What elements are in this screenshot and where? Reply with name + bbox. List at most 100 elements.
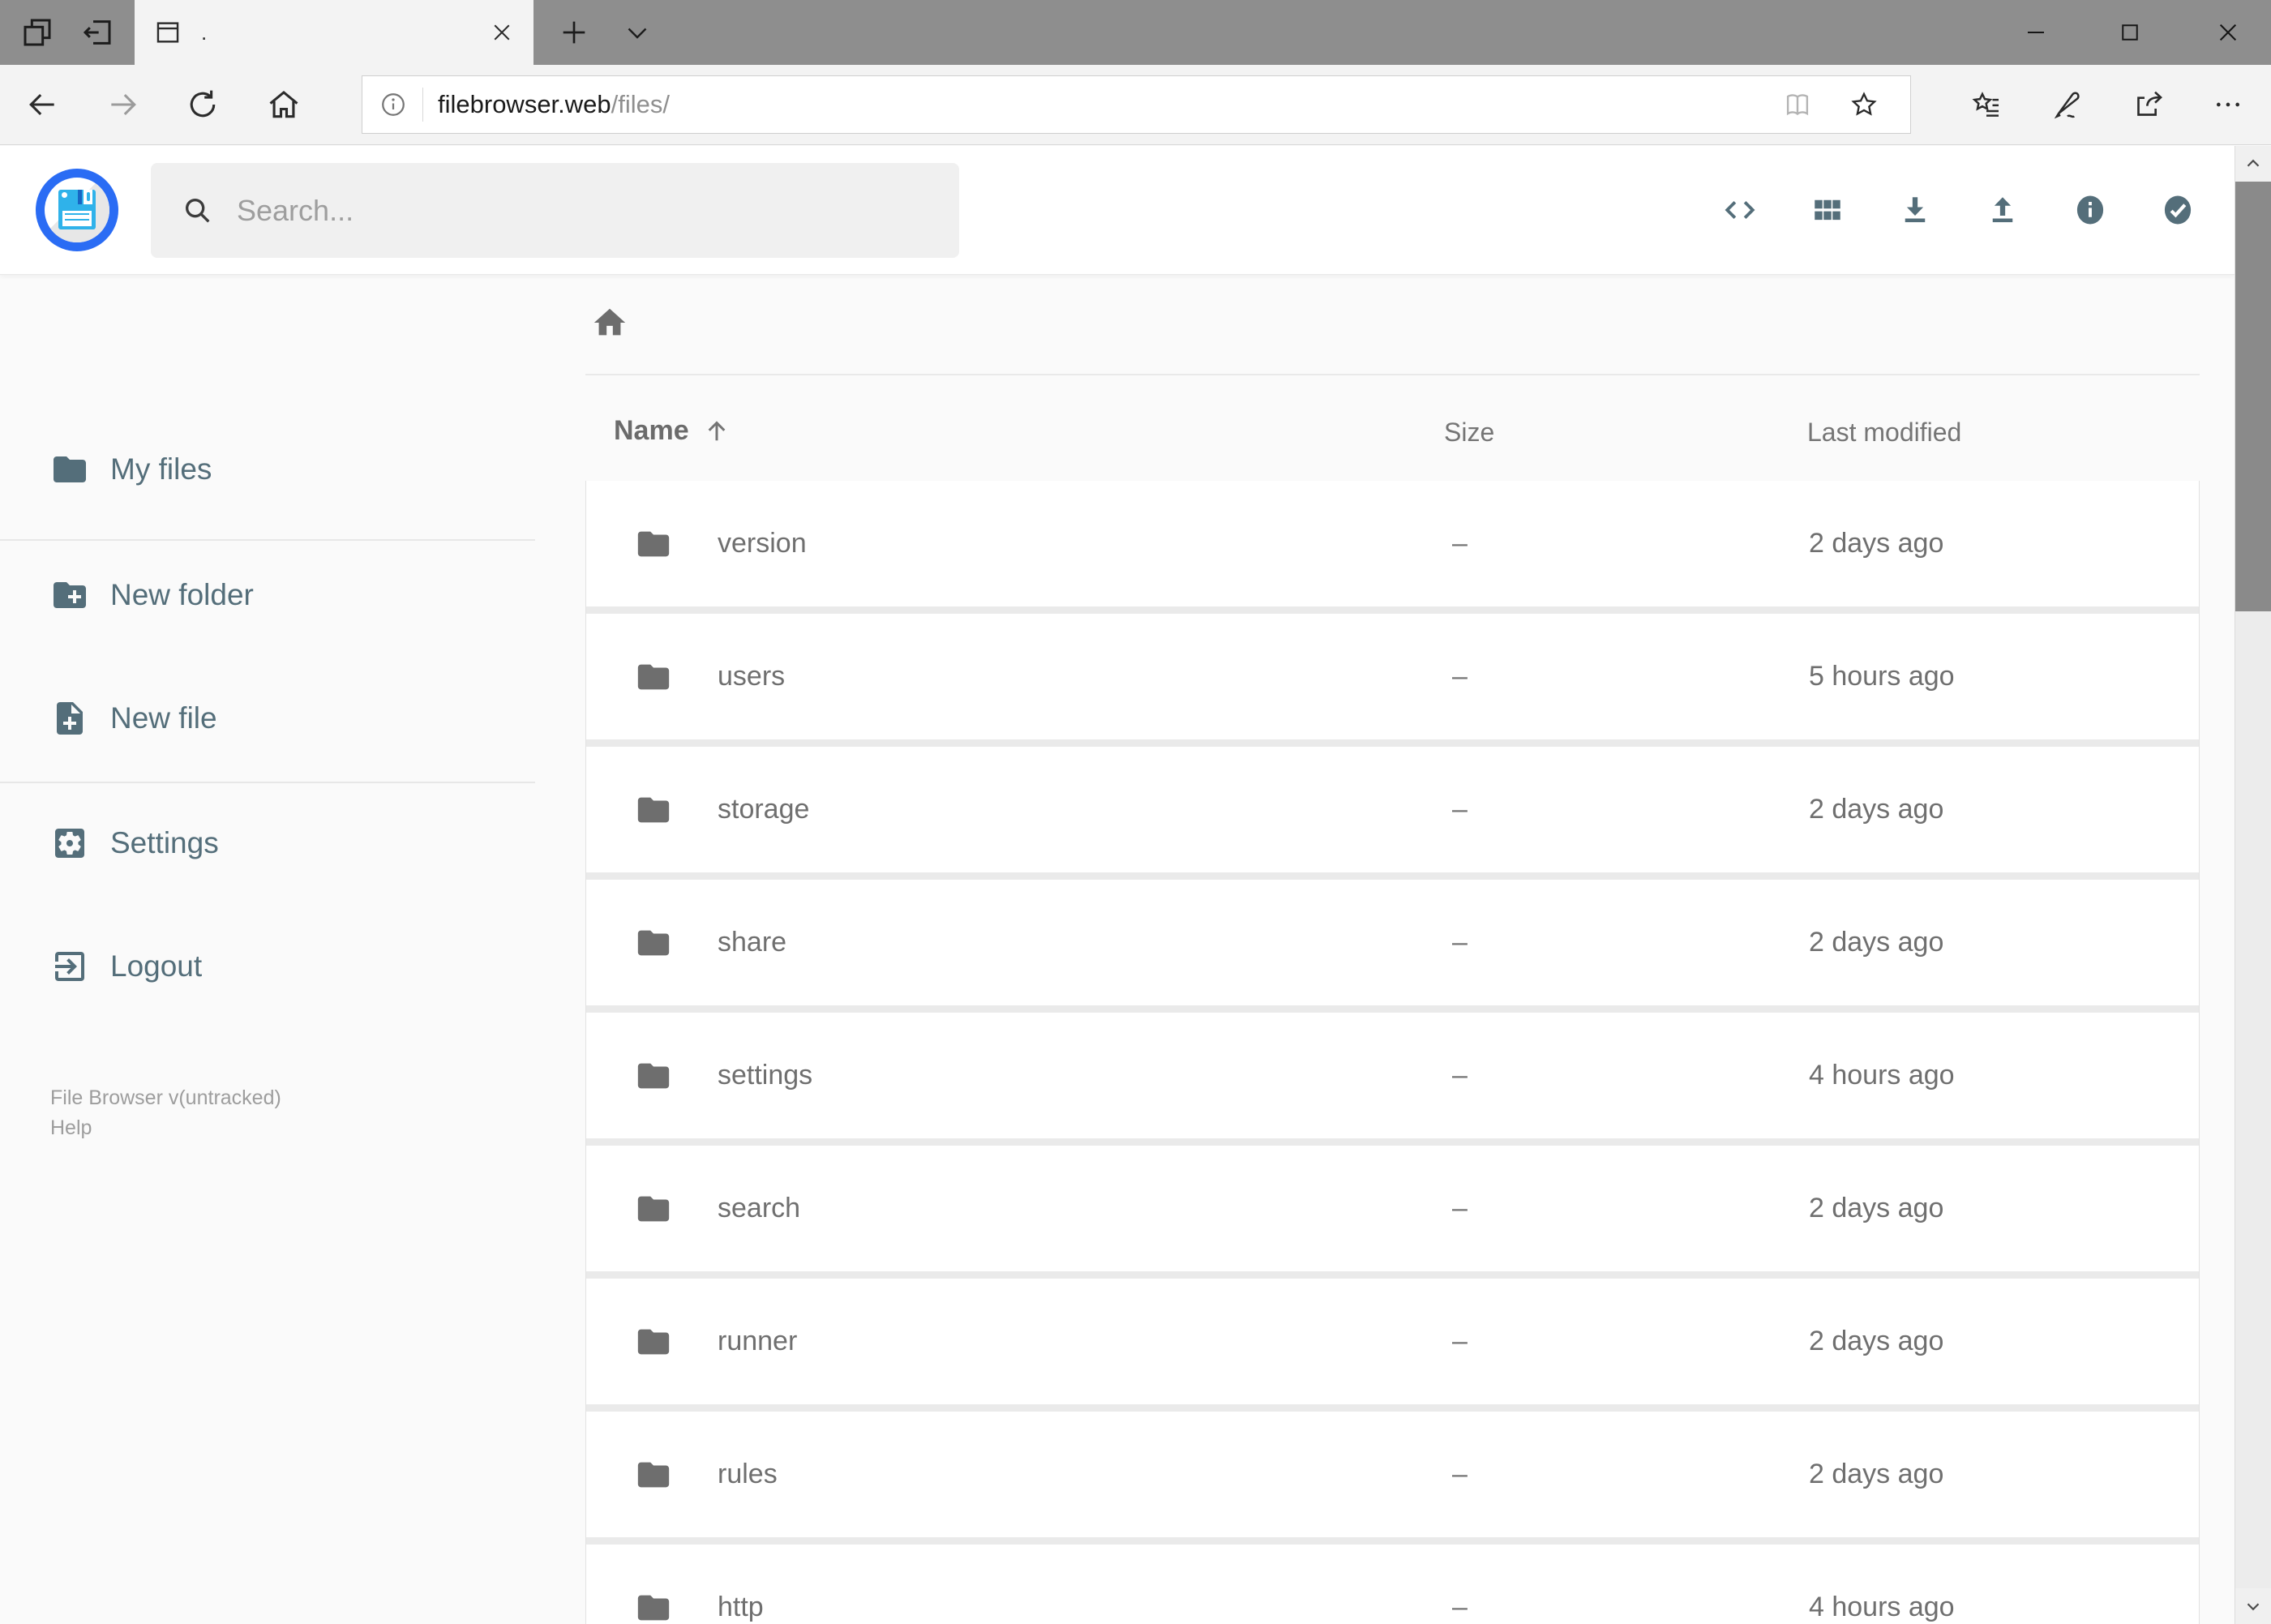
url-path: /files/: [611, 90, 671, 118]
file-name: storage: [718, 794, 810, 825]
file-row-http[interactable]: http – 4 hours ago: [586, 1545, 2199, 1624]
column-header-size[interactable]: Size: [1444, 418, 1494, 448]
column-header-modified[interactable]: Last modified: [1807, 418, 1961, 448]
sidebar-item-label: New folder: [110, 578, 254, 611]
reading-view-icon: [1782, 89, 1813, 120]
folder-icon: [635, 1589, 672, 1624]
folder-icon: [635, 1057, 672, 1095]
url-domain: filebrowser.web: [438, 90, 611, 118]
file-row-share[interactable]: share – 2 days ago: [586, 880, 2199, 1005]
file-row-runner[interactable]: runner – 2 days ago: [586, 1279, 2199, 1404]
back-button[interactable]: [24, 87, 60, 122]
sidebar-divider: [0, 782, 535, 783]
sidebar-divider: [0, 539, 535, 541]
code-shell-icon[interactable]: [1723, 193, 1757, 227]
url-text[interactable]: filebrowser.web/files/: [438, 90, 670, 119]
file-row-users[interactable]: users – 5 hours ago: [586, 614, 2199, 739]
sort-ascending-icon: [702, 417, 731, 446]
file-row-settings[interactable]: settings – 4 hours ago: [586, 1013, 2199, 1138]
browser-titlebar: .: [0, 0, 2271, 65]
browser-tab[interactable]: .: [135, 0, 533, 65]
site-info-icon[interactable]: [379, 90, 408, 119]
search-input[interactable]: [237, 193, 902, 228]
share-icon[interactable]: [2132, 88, 2165, 121]
address-bar[interactable]: filebrowser.web/files/: [362, 75, 1911, 134]
file-size: –: [1452, 1326, 1468, 1356]
listing-header: Name Size Last modified: [0, 415, 2235, 448]
annotate-pen-icon[interactable]: [2051, 88, 2084, 121]
file-name: share: [718, 927, 787, 958]
file-name: rules: [718, 1459, 778, 1489]
hub-favorites-icon[interactable]: [1970, 88, 2003, 121]
file-size: –: [1452, 1459, 1468, 1489]
grid-view-icon[interactable]: [1810, 193, 1845, 227]
file-size: –: [1452, 661, 1468, 692]
page-scrollbar[interactable]: [2235, 146, 2271, 1624]
file-size: –: [1452, 1060, 1468, 1091]
file-modified: 4 hours ago: [1809, 1060, 1955, 1091]
logout-icon: [50, 947, 89, 986]
browser-navbar: filebrowser.web/files/: [0, 65, 2271, 145]
search-box[interactable]: [151, 163, 959, 258]
page-favicon-icon: [154, 19, 182, 46]
add-favorite-star-icon[interactable]: [1849, 89, 1879, 120]
set-tabs-aside-icon[interactable]: [81, 16, 114, 49]
file-name: search: [718, 1193, 801, 1223]
sidebar-item-new-file[interactable]: New file: [50, 694, 217, 743]
folder-icon: [635, 525, 672, 563]
scroll-up-icon[interactable]: [2235, 146, 2271, 182]
refresh-button[interactable]: [185, 87, 221, 122]
browser-home-button[interactable]: [266, 87, 302, 122]
folder-icon: [635, 658, 672, 696]
tab-list-chevron-icon[interactable]: [623, 18, 652, 47]
folder-icon: [635, 924, 672, 962]
file-row-search[interactable]: search – 2 days ago: [586, 1146, 2199, 1271]
select-multiple-icon[interactable]: [2161, 193, 2195, 227]
maximize-button[interactable]: [2118, 20, 2142, 45]
sidebar-item-label: Settings: [110, 826, 219, 859]
tab-close-icon[interactable]: [490, 20, 514, 45]
breadcrumb-divider: [585, 374, 2200, 375]
file-row-rules[interactable]: rules – 2 days ago: [586, 1412, 2199, 1537]
help-link[interactable]: Help: [50, 1113, 281, 1143]
info-icon[interactable]: [2073, 193, 2107, 227]
file-size: –: [1452, 927, 1468, 958]
tab-title: .: [201, 19, 208, 45]
sidebar-item-my-files[interactable]: My files: [50, 445, 212, 494]
file-modified: 4 hours ago: [1809, 1592, 1955, 1622]
file-name: settings: [718, 1060, 813, 1091]
close-window-button[interactable]: [2215, 19, 2241, 45]
file-modified: 2 days ago: [1809, 1193, 1944, 1223]
sidebar-item-settings[interactable]: Settings: [50, 819, 219, 868]
file-modified: 2 days ago: [1809, 528, 1944, 559]
file-size: –: [1452, 528, 1468, 559]
sidebar-item-new-folder[interactable]: New folder: [50, 571, 254, 619]
breadcrumb-home-icon[interactable]: [591, 304, 628, 341]
settings-more-icon[interactable]: [2212, 88, 2244, 121]
column-header-name[interactable]: Name: [614, 415, 731, 447]
gear-icon: [50, 824, 89, 863]
scrollbar-thumb[interactable]: [2235, 182, 2271, 611]
tab-preview-icon[interactable]: [21, 16, 54, 49]
filebrowser-logo[interactable]: [36, 169, 118, 251]
app-header: [0, 146, 2235, 274]
file-size: –: [1452, 794, 1468, 825]
download-icon[interactable]: [1898, 193, 1932, 227]
new-tab-button[interactable]: [558, 16, 590, 49]
sidebar-item-label: Logout: [110, 949, 203, 983]
sidebar-item-logout[interactable]: Logout: [50, 942, 202, 991]
sidebar-footer: File Browser v(untracked) Help: [50, 1083, 281, 1143]
folder-icon: [635, 1456, 672, 1493]
file-row-storage[interactable]: storage – 2 days ago: [586, 747, 2199, 872]
file-row-version[interactable]: version – 2 days ago: [586, 481, 2199, 606]
search-icon: [182, 195, 214, 227]
forward-button[interactable]: [105, 87, 141, 122]
file-size: –: [1452, 1592, 1468, 1622]
floppy-disk-icon: [58, 190, 96, 229]
upload-icon[interactable]: [1986, 193, 2020, 227]
minimize-button[interactable]: [2024, 20, 2048, 45]
scroll-down-icon[interactable]: [2235, 1588, 2271, 1624]
file-list: version – 2 days ago users – 5 hours ago…: [585, 481, 2200, 1624]
file-name: users: [718, 661, 786, 692]
column-name-label: Name: [614, 415, 689, 446]
